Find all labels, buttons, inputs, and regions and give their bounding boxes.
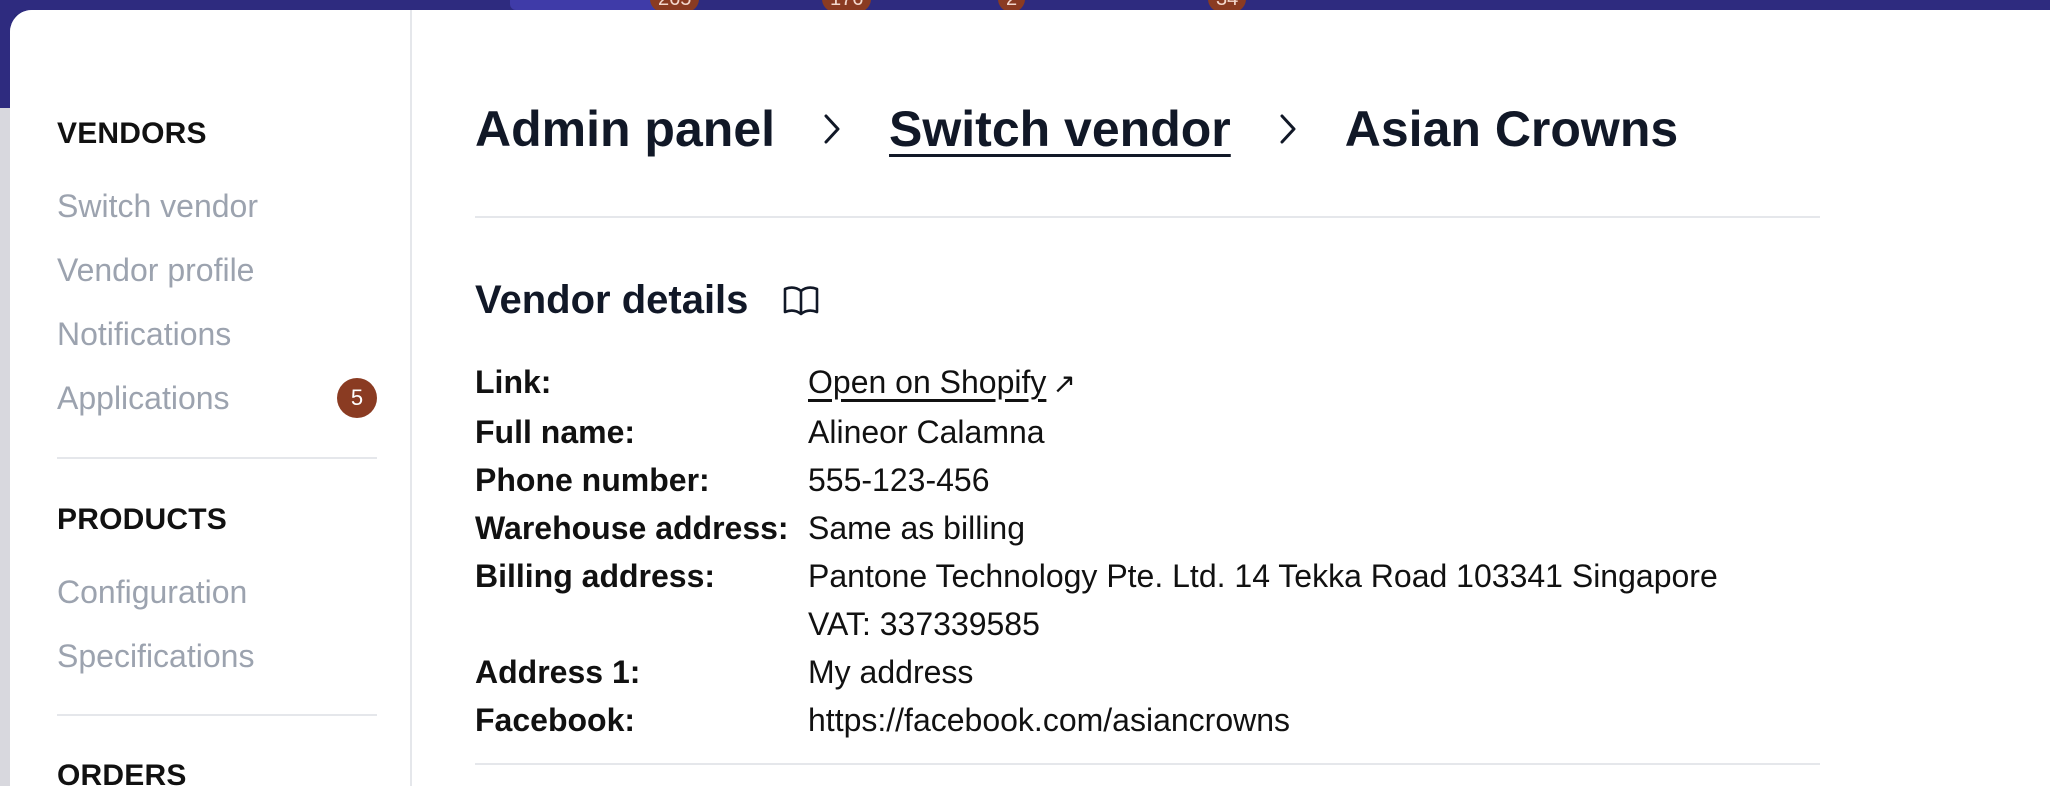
- main-content: Admin panel Switch vendor Asian Crowns V…: [475, 10, 1875, 786]
- sidebar: VENDORS Switch vendor Vendor profile Not…: [10, 10, 412, 786]
- detail-value: My address: [808, 654, 974, 690]
- detail-label: Full name:: [475, 414, 636, 450]
- detail-label: Phone number:: [475, 462, 710, 498]
- breadcrumb: Admin panel Switch vendor Asian Crowns: [475, 94, 1678, 164]
- sidebar-item-label: Configuration: [57, 573, 248, 610]
- billing-vat-line: VAT: 337339585: [808, 606, 1040, 642]
- sidebar-item-label: Applications: [57, 379, 230, 416]
- detail-row-billing-address: Billing address: Pantone Technology Pte.…: [475, 552, 1820, 648]
- detail-row-address-1: Address 1: My address: [475, 648, 1820, 696]
- sidebar-heading-products: PRODUCTS: [57, 503, 227, 536]
- billing-address-line: Pantone Technology Pte. Ltd. 14 Tekka Ro…: [808, 558, 1718, 594]
- vendor-details-list: Link: Open on Shopify ↗ Full name: Alineo…: [475, 358, 1820, 744]
- sidebar-item-applications[interactable]: Applications 5: [57, 366, 377, 430]
- detail-label: Billing address:: [475, 558, 716, 594]
- sidebar-heading-vendors: VENDORS: [57, 117, 207, 150]
- details-divider: [475, 763, 1820, 765]
- detail-row-phone: Phone number: 555-123-456: [475, 456, 1820, 504]
- vendor-details-header: Vendor details: [475, 272, 820, 328]
- sidebar-divider: [57, 714, 377, 716]
- detail-row-facebook: Facebook: https://facebook.com/asiancrow…: [475, 696, 1820, 744]
- open-on-shopify-link[interactable]: Open on Shopify: [808, 364, 1046, 400]
- detail-label: Facebook:: [475, 702, 636, 738]
- sidebar-item-configuration[interactable]: Configuration: [57, 560, 377, 624]
- sidebar-item-label: Notifications: [57, 315, 232, 352]
- header-divider: [475, 216, 1820, 218]
- vendor-details-title: Vendor details: [475, 277, 749, 322]
- applications-count-badge: 5: [337, 378, 377, 418]
- sidebar-item-label: Specifications: [57, 637, 255, 674]
- sidebar-item-specifications[interactable]: Specifications: [57, 624, 377, 688]
- external-link-icon: ↗: [1052, 368, 1076, 399]
- detail-row-link: Link: Open on Shopify ↗: [475, 358, 1820, 408]
- sidebar-section-vendors: VENDORS Switch vendor Vendor profile Not…: [57, 114, 377, 430]
- detail-row-warehouse-address: Warehouse address: Same as billing: [475, 504, 1820, 552]
- chevron-right-icon: [815, 112, 849, 146]
- sidebar-item-switch-vendor[interactable]: Switch vendor: [57, 174, 377, 238]
- breadcrumb-switch-vendor-link[interactable]: Switch vendor: [889, 100, 1231, 158]
- sidebar-heading-orders: ORDERS: [57, 759, 187, 786]
- sidebar-item-vendor-profile[interactable]: Vendor profile: [57, 238, 377, 302]
- sidebar-item-label: Switch vendor: [57, 187, 258, 224]
- sidebar-divider: [57, 457, 377, 459]
- detail-label: Address 1:: [475, 654, 641, 690]
- detail-value: Pantone Technology Pte. Ltd. 14 Tekka Ro…: [808, 552, 1718, 648]
- detail-value: Open on Shopify ↗: [808, 358, 1076, 408]
- detail-value: Alineor Calamna: [808, 414, 1045, 450]
- settings-panel: VENDORS Switch vendor Vendor profile Not…: [10, 10, 2050, 786]
- breadcrumb-root: Admin panel: [475, 101, 776, 157]
- detail-label: Warehouse address:: [475, 510, 789, 546]
- chevron-right-icon: [1271, 112, 1305, 146]
- book-icon[interactable]: [782, 283, 820, 317]
- detail-row-full-name: Full name: Alineor Calamna: [475, 408, 1820, 456]
- breadcrumb-current: Asian Crowns: [1344, 101, 1679, 157]
- background-active-tab: [510, 0, 660, 10]
- detail-value: Same as billing: [808, 510, 1025, 546]
- detail-label: Link:: [475, 364, 552, 400]
- sidebar-section-products: PRODUCTS Configuration Specifications: [57, 500, 377, 688]
- sidebar-item-label: Vendor profile: [57, 251, 255, 288]
- detail-value: 555-123-456: [808, 462, 990, 498]
- sidebar-section-orders: ORDERS: [57, 756, 377, 786]
- detail-value: https://facebook.com/asiancrowns: [808, 702, 1291, 738]
- sidebar-item-notifications[interactable]: Notifications: [57, 302, 377, 366]
